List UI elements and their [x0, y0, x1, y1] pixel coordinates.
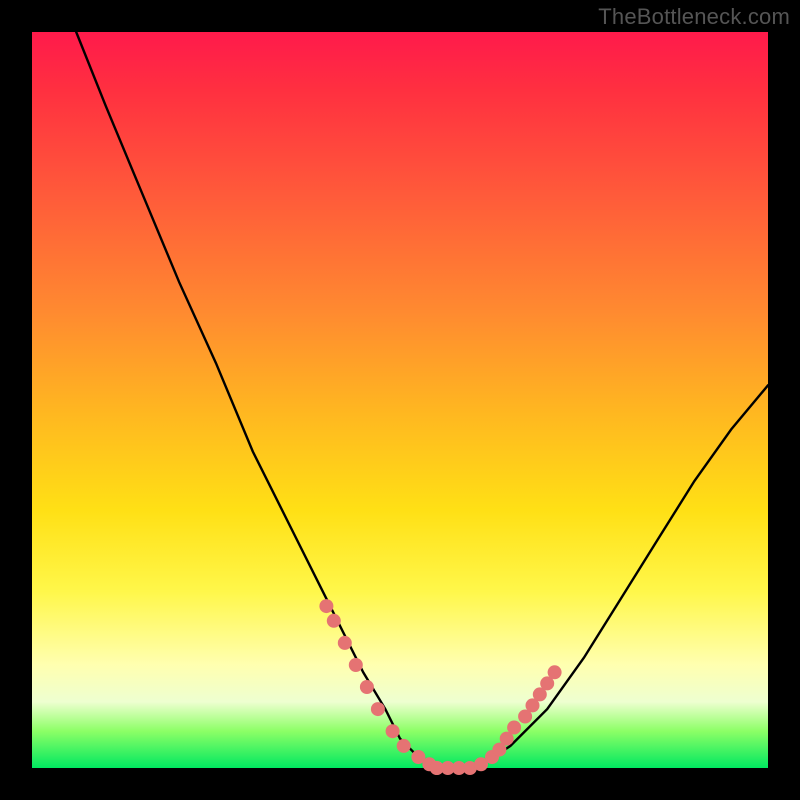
watermark-text: TheBottleneck.com [598, 4, 790, 30]
highlight-dot [338, 636, 352, 650]
highlight-dot [371, 702, 385, 716]
highlight-dot [349, 658, 363, 672]
highlight-dots-right [500, 665, 562, 745]
bottleneck-curve [76, 32, 768, 768]
highlight-dot [327, 614, 341, 628]
curve-layer [32, 32, 768, 768]
highlight-dot [360, 680, 374, 694]
plot-area [32, 32, 768, 768]
highlight-dots-bottom [430, 743, 507, 775]
highlight-dot [319, 599, 333, 613]
highlight-dot [386, 724, 400, 738]
highlight-dot [548, 665, 562, 679]
highlight-dot [397, 739, 411, 753]
chart-frame: TheBottleneck.com [0, 0, 800, 800]
highlight-dots-left [319, 599, 443, 775]
highlight-dot [507, 721, 521, 735]
